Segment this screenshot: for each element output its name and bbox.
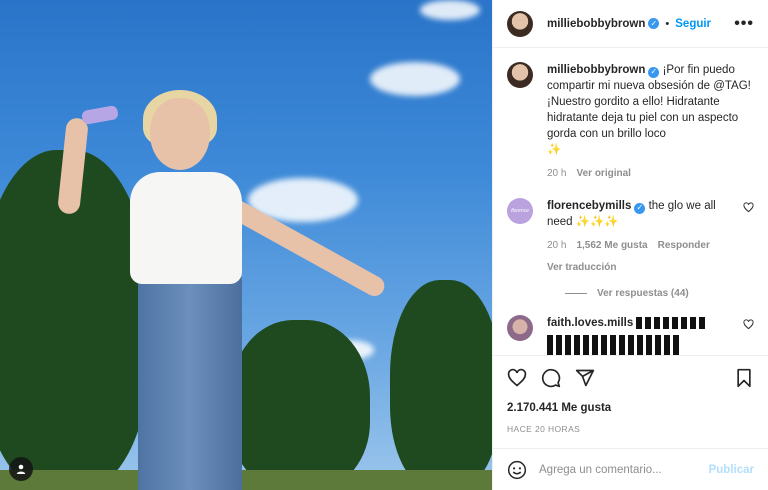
timestamp[interactable]: 20 h xyxy=(547,238,566,254)
replies-divider xyxy=(565,293,587,294)
cloud xyxy=(420,0,480,20)
username-link[interactable]: milliebobbybrown xyxy=(547,64,645,76)
publish-button[interactable]: Publicar xyxy=(709,464,754,476)
avatar[interactable] xyxy=(507,315,533,341)
tree xyxy=(230,320,370,490)
comment-composer: Publicar xyxy=(493,448,768,490)
avatar[interactable] xyxy=(507,62,533,88)
cloud xyxy=(370,62,460,96)
comment-body: florencebymills ✓ the glo we all need ✨✨✨… xyxy=(547,198,729,276)
sparkle-emoji: ✨ xyxy=(547,144,562,156)
heart-icon xyxy=(743,202,754,213)
action-bar: 2.170.441 Me gusta HACE 20 HORAS xyxy=(493,355,768,434)
post-header: milliebobbybrown ✓ • Seguir ••• xyxy=(493,0,768,48)
post-timestamp[interactable]: HACE 20 HORAS xyxy=(507,424,754,434)
header-user: milliebobbybrown ✓ • Seguir xyxy=(547,18,711,30)
username-link[interactable]: faith.loves.mills xyxy=(547,317,633,329)
caption: milliebobbybrown ✓ ¡Por fin puedo compart… xyxy=(507,62,754,182)
action-icons xyxy=(507,366,754,390)
see-translation-button[interactable]: Ver traducción xyxy=(547,260,729,276)
separator-dot: • xyxy=(665,17,670,30)
timestamp[interactable]: 20 h xyxy=(547,166,566,182)
post-side-panel: milliebobbybrown ✓ • Seguir ••• milliebo… xyxy=(492,0,768,490)
bookmark-icon[interactable] xyxy=(734,368,754,388)
tree xyxy=(390,280,492,490)
redacted-text xyxy=(636,316,707,329)
avatar-logo-text: florence xyxy=(511,208,529,214)
verified-icon: ✓ xyxy=(634,202,646,214)
comment-item: faith.loves.mills xyxy=(507,315,754,355)
avatar[interactable] xyxy=(507,10,533,37)
comment-like-button[interactable] xyxy=(743,319,754,355)
comment-body: faith.loves.mills xyxy=(547,315,729,355)
sparkle-emoji: ✨✨✨ xyxy=(575,216,619,228)
comments-list[interactable]: milliebobbybrown ✓ ¡Por fin puedo compart… xyxy=(493,48,768,355)
comment-item: florence florencebymills ✓ the glo we all… xyxy=(507,198,754,276)
user-tag-button[interactable] xyxy=(9,457,33,481)
comment-like-button[interactable] xyxy=(743,202,754,276)
view-replies-button[interactable]: Ver respuestas (44) xyxy=(565,288,754,299)
grass xyxy=(0,470,492,490)
person-jeans xyxy=(138,270,242,490)
more-options-icon[interactable]: ••• xyxy=(734,15,754,33)
username-link[interactable]: florencebymills xyxy=(547,200,631,212)
person-shirt xyxy=(130,172,242,284)
verified-icon: ✓ xyxy=(648,66,660,78)
username-link[interactable]: milliebobbybrown xyxy=(547,18,645,30)
avatar[interactable]: florence xyxy=(507,198,533,224)
redacted-block xyxy=(547,335,729,355)
heart-icon xyxy=(743,319,754,330)
verified-icon: ✓ xyxy=(648,18,660,29)
view-replies-label: Ver respuestas (44) xyxy=(597,288,689,299)
emoji-icon[interactable] xyxy=(507,460,527,480)
user-tag-icon xyxy=(16,464,26,474)
follow-button[interactable]: Seguir xyxy=(675,18,711,30)
comment-likes[interactable]: 1,562 Me gusta xyxy=(576,238,647,254)
comment-meta: 20 h 1,562 Me gusta Responder xyxy=(547,238,729,254)
product-tube xyxy=(81,104,119,126)
caption-body: milliebobbybrown ✓ ¡Por fin puedo compart… xyxy=(547,62,754,182)
like-count[interactable]: 2.170.441 Me gusta xyxy=(507,402,754,414)
reply-button[interactable]: Responder xyxy=(658,238,710,254)
heart-icon[interactable] xyxy=(507,368,527,388)
caption-meta: 20 h Ver original xyxy=(547,166,754,182)
see-original-button[interactable]: Ver original xyxy=(576,166,630,182)
post-photo[interactable] xyxy=(0,0,492,490)
comment-input[interactable] xyxy=(539,463,697,476)
person-face xyxy=(150,98,210,170)
share-icon[interactable] xyxy=(575,368,595,388)
instagram-post-window: milliebobbybrown ✓ • Seguir ••• milliebo… xyxy=(0,0,768,490)
redacted-text xyxy=(547,335,681,355)
comment-icon[interactable] xyxy=(541,368,561,388)
